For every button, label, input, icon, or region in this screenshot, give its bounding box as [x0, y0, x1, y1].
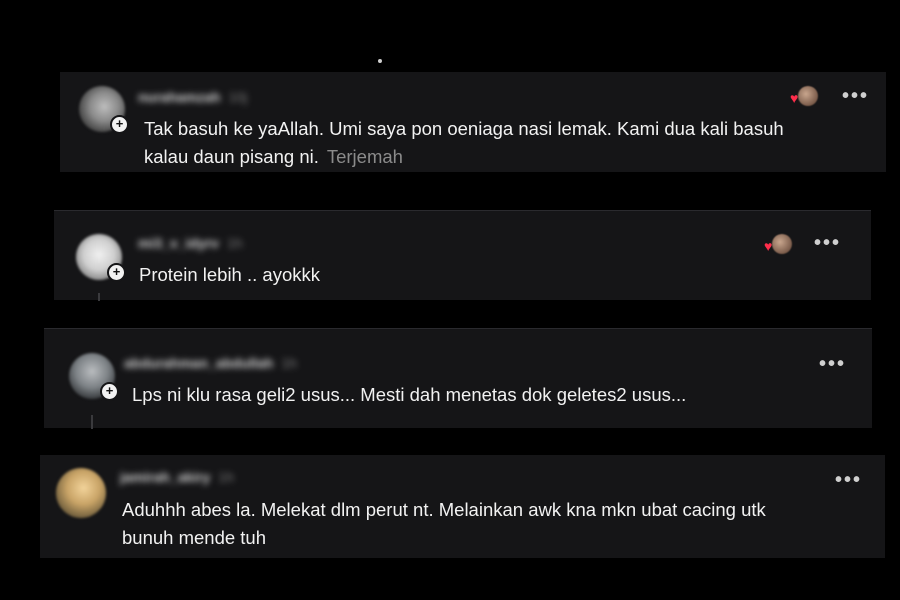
comment-text: Tak basuh ke yaAllah. Umi saya pon oenia…: [144, 115, 864, 171]
thread-line: [91, 415, 93, 429]
more-options-icon[interactable]: •••: [842, 86, 869, 106]
timestamp: 1h: [218, 469, 234, 485]
comment-line-1: Lps ni klu rasa geli2 usus... Mesti dah …: [132, 384, 687, 405]
more-options-icon[interactable]: •••: [814, 233, 841, 253]
comment-line-1: Protein lebih .. ayokkk: [139, 264, 320, 285]
comment-card: + nurahamzah 10j Tak basuh ke yaAllah. Um…: [60, 72, 886, 172]
reactor-avatar: [798, 86, 818, 106]
translate-link[interactable]: Terjemah: [327, 146, 403, 167]
username-text: mi3_v_idyrv: [138, 235, 219, 251]
more-options-icon[interactable]: •••: [819, 354, 846, 374]
heart-icon: ♥: [764, 238, 773, 254]
comments-screenshot: + nurahamzah 10j Tak basuh ke yaAllah. Um…: [0, 0, 900, 600]
username-text: abdurahman_abdullah: [124, 355, 274, 371]
timestamp: 1h: [281, 355, 297, 371]
follow-plus-icon[interactable]: +: [110, 115, 129, 134]
reaction-indicator[interactable]: ♥: [764, 233, 792, 255]
comment-line-1: Aduhhh abes la. Melekat dlm perut nt. Me…: [122, 499, 766, 520]
comment-text: Protein lebih .. ayokkk: [139, 261, 739, 289]
username-text: nurahamzah: [138, 89, 221, 105]
comment-line-1: Tak basuh ke yaAllah. Umi saya pon oenia…: [144, 118, 784, 139]
avatar[interactable]: +: [79, 86, 129, 134]
username-text: jamirah_akiry: [120, 469, 211, 485]
username[interactable]: jamirah_akiry 1h: [120, 469, 300, 485]
heart-icon: ♥: [790, 90, 799, 106]
reaction-indicator[interactable]: ♥: [790, 85, 818, 107]
follow-plus-icon[interactable]: +: [107, 263, 126, 282]
username[interactable]: abdurahman_abdullah 1h: [124, 355, 334, 371]
avatar[interactable]: +: [69, 353, 119, 401]
comment-card: + mi3_v_idyrv 1h Protein lebih .. ayokkk …: [54, 210, 871, 301]
thread-line: [98, 293, 100, 301]
more-options-icon[interactable]: •••: [835, 470, 862, 490]
avatar-image: [56, 468, 106, 518]
username[interactable]: nurahamzah 10j: [138, 89, 298, 105]
follow-plus-icon[interactable]: +: [100, 382, 119, 401]
avatar[interactable]: +: [76, 234, 126, 282]
reactor-avatar: [772, 234, 792, 254]
comment-text: Lps ni klu rasa geli2 usus... Mesti dah …: [132, 381, 832, 409]
comment-line-2: kalau daun pisang ni.: [144, 146, 319, 167]
timestamp: 1h: [226, 235, 243, 251]
timestamp: 10j: [228, 89, 248, 105]
comment-card: + abdurahman_abdullah 1h Lps ni klu rasa …: [44, 328, 872, 429]
avatar[interactable]: [56, 468, 106, 518]
comment-card: jamirah_akiry 1h Aduhhh abes la. Melekat …: [40, 455, 885, 558]
username[interactable]: mi3_v_idyrv 1h: [138, 235, 288, 251]
comment-text: Aduhhh abes la. Melekat dlm perut nt. Me…: [122, 496, 862, 552]
stray-dot: [378, 59, 382, 63]
comment-line-2: bunuh mende tuh: [122, 527, 267, 548]
